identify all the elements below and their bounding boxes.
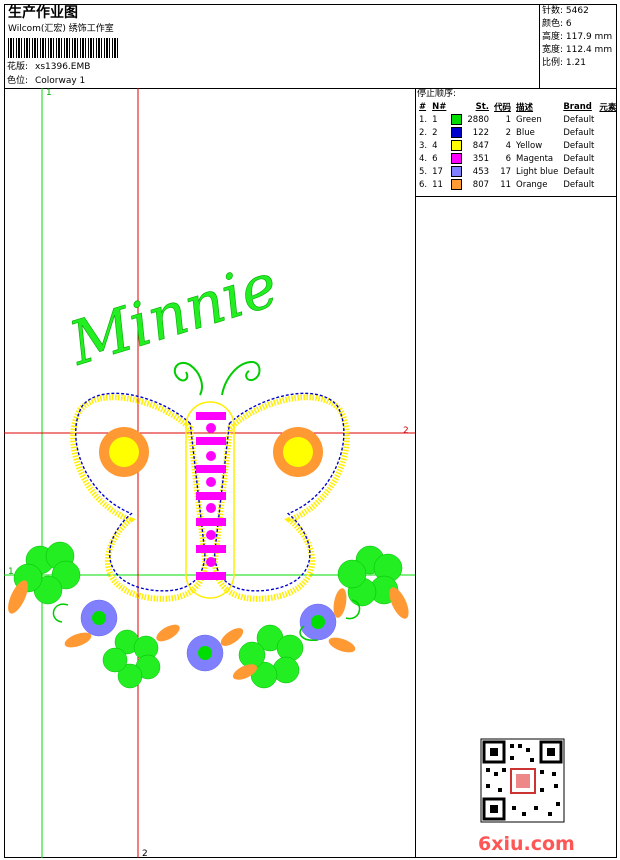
minnie-lettering: Minnie [61,250,286,379]
guide-label: 2 [403,426,409,436]
guide-label: 2 [142,849,148,859]
right-antenna [221,360,261,396]
watermark: 6xiu.com [478,833,575,855]
left-antenna [173,361,203,396]
qr-code [480,738,565,823]
guide-label: 1 [46,88,52,98]
guide-label: 1 [8,567,14,577]
body-stripes [196,412,226,580]
embroidery-canvas: Minnie 1 2 1 2 6xiu.com [4,88,575,859]
